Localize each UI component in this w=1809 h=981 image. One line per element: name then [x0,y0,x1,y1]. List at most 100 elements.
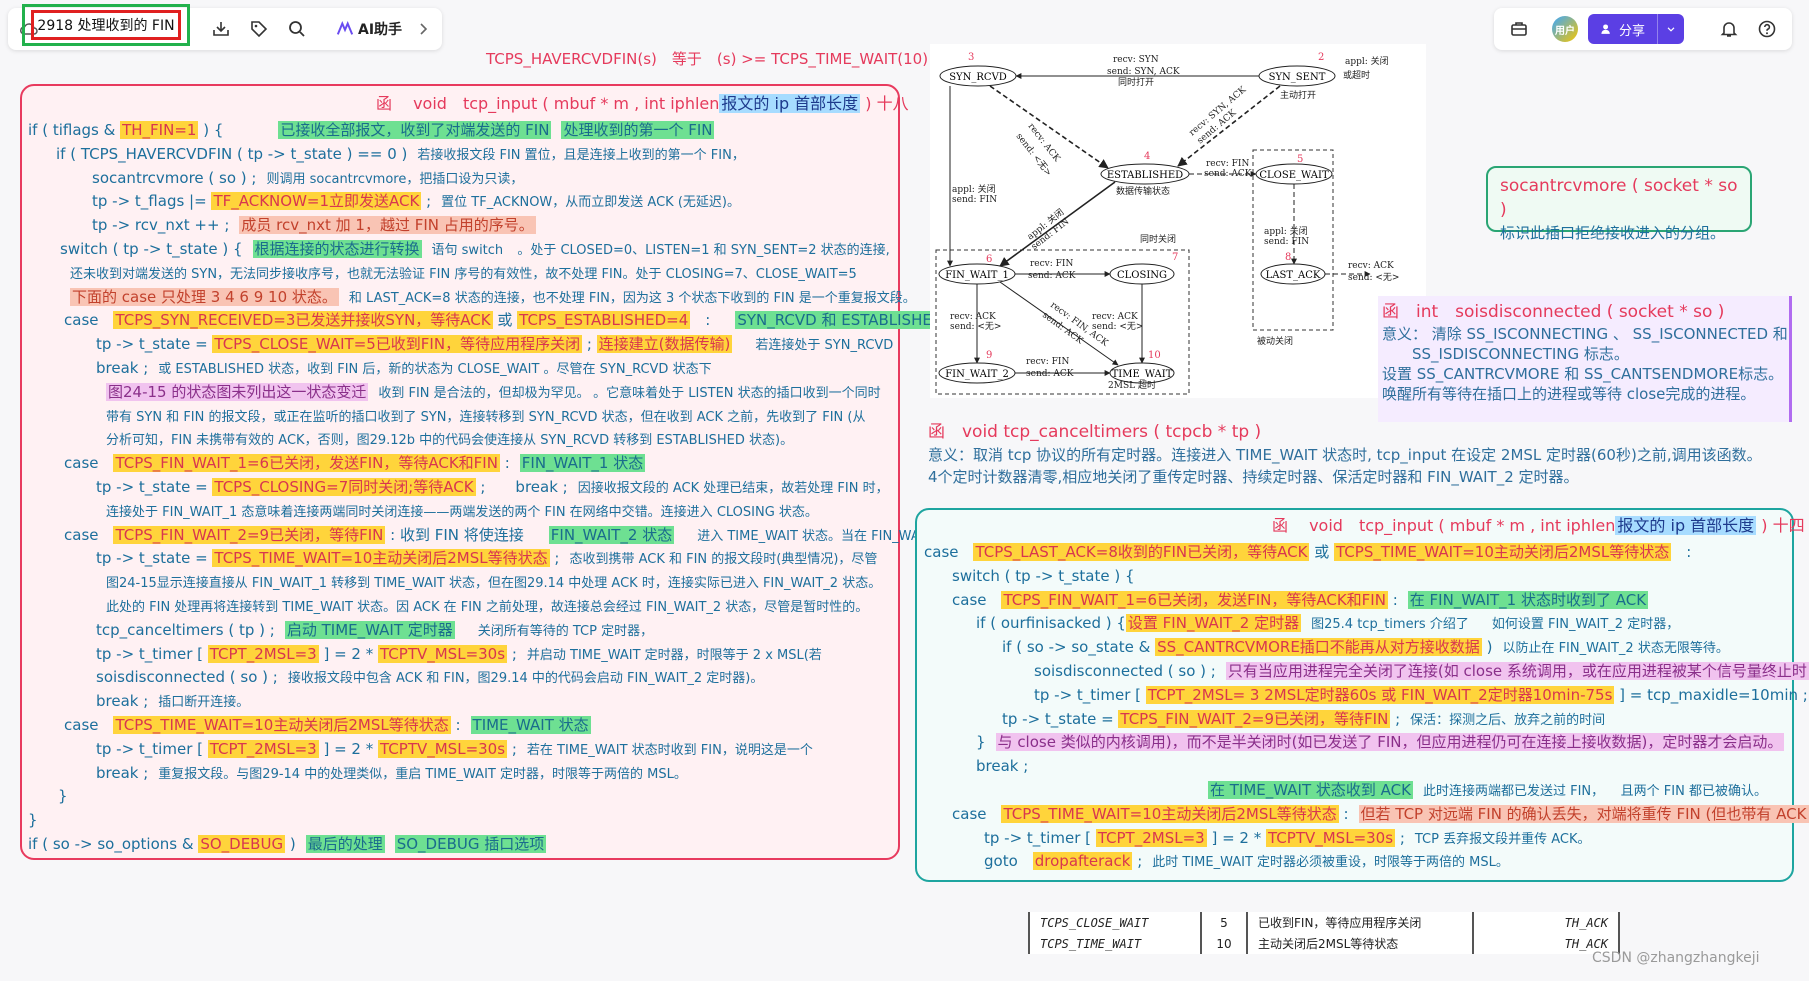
tcp-input-14-title: 函 void tcp_input ( mbuf * m , int iphlen… [1272,516,1805,535]
code-fragment: tp -> t_state = [96,478,213,496]
help-icon[interactable] [1750,12,1784,46]
code-fragment: ] = 2 * [318,739,379,758]
watermark: CSDN @zhangzhangkeji [1592,950,1760,966]
code-fragment: case [924,543,974,561]
code-fragment: : [499,454,510,473]
doc-title[interactable]: 2918 处理收到的 FIN [31,10,181,40]
svg-text:5: 5 [1297,154,1303,165]
code-fragment: goto [984,852,1033,871]
code-fragment: 此时 TIME_WAIT 定时器必须被重设，时限等于两倍的 MSL。 [1152,855,1509,871]
tcp-state-diagram: SYN_RCVD 3 SYN_SENT 2 ESTABLISHED 4 CLOSE_W… [930,44,1426,398]
code-fragment: 连接建立(数据传输) [596,335,733,354]
code-fragment: 置位 TF_ACKNOW，从而立即发送 ACK (无延迟)。 [441,195,740,211]
code-fragment: TCPT_2MSL=3 [207,644,319,663]
code-fragment: TF_ACKNOW=1立即发送ACK [211,192,422,211]
svg-text:TIME_WAIT: TIME_WAIT [1112,369,1173,380]
code-fragment: 此时连接两端都已发送过 FIN， [1422,784,1598,799]
code-fragment: 图24-15 的状态图未列出这一状态变迁 [106,382,369,401]
code-fragment: tp -> t_state = [96,335,213,354]
bell-icon[interactable] [1712,12,1746,46]
svg-text:主动打开: 主动打开 [1280,89,1316,101]
code-fragment: FIN_WAIT_2 状态 [548,525,675,544]
code-line: tp -> t_state = TCPS_TIME_WAIT=10主动关闭后2M… [96,548,877,570]
share-button[interactable]: 分享 [1588,14,1685,44]
chevron-right-icon[interactable] [406,12,440,46]
code-fragment: ; [507,739,517,758]
code-fragment: : [1338,804,1349,823]
code-fragment: 语句 switch [431,243,508,258]
svg-text:4: 4 [1144,151,1150,162]
avatar[interactable]: 用户 [1552,16,1578,42]
table-row: TCPS_CLOSE_WAIT 5 已收到FIN，等待应用程序关闭 TH_ACK [1028,912,1620,933]
svg-text:或超时: 或超时 [1343,69,1370,81]
svg-text:send: ACK: send: ACK [1028,271,1076,281]
socantrcvmore-note: socantrcvmore ( socket * so ) 标识此插口拒绝接收进… [1486,166,1752,242]
code-fragment: 已接收全部报文，收到了对端发送的 FIN [278,121,552,139]
code-fragment: switch ( tp -> t_state ) { [60,240,243,258]
code-fragment: 保活：探测之后、放弃之前的时间 [1410,712,1606,728]
code-fragment: 则调用 socantrcvmore，把插口设为只读， [266,171,524,187]
svg-text:send: FIN: send: FIN [1264,237,1309,247]
code-fragment: tp -> t_state = [1002,709,1119,728]
svg-text:appl: 关闭: appl: 关闭 [1345,55,1389,67]
code-line: 下面的 case 只处理 3 4 6 9 10 状态。和 LAST_ACK=8 … [60,287,916,309]
code-fragment: case [64,454,114,473]
code-fragment: 和 LAST_ACK=8 状态的连接，也不处理 FIN，因为这 3 个状态下收到… [348,290,916,306]
code-fragment: TH_FIN=1 [120,121,199,139]
code-fragment: if ( TCPS_HAVERCVDFIN ( tp -> t_state ) … [56,144,408,163]
code-line: if ( ourfinisacked ) {设置 FIN_WAIT_2 定时器图… [976,613,1679,635]
code-fragment: ) [285,835,296,853]
code-fragment: if ( so -> so_state & [1002,638,1156,657]
svg-text:CLOSE_WAIT: CLOSE_WAIT [1259,170,1329,181]
code-fragment: tp -> t_timer [ [96,644,208,663]
code-fragment: ; [507,644,517,663]
code-fragment: 只有当应用进程完全关闭了连接(如 close 系统调用，或在应用进程被某个信号量… [1225,662,1809,680]
code-fragment: ; [1395,828,1405,847]
ai-assistant-button[interactable]: AI助手 [326,14,412,44]
code-line: tp -> t_flags |= TF_ACKNOW=1立即发送ACK ; 置位 … [92,191,740,213]
code-fragment: SS_CANTRCVMORE插口不能再从对方接收数据 [1155,638,1482,657]
svg-text:recv: SYN: recv: SYN [1113,55,1159,65]
code-fragment: TCPS_SYN_RECEIVED=3已发送并接收SYN，等待ACK [113,311,493,330]
code-fragment: 还未收到对端发送的 SYN，无法同步接收序号，也就无法验证 FIN 序号的有效性… [70,266,857,282]
tag-icon[interactable] [242,12,276,46]
code-fragment: 态收到携带 ACK 和 FIN 的报文段时(典型情况)，尽管 [569,552,878,568]
code-fragment: 连接处于 FIN_WAIT_1 态意味着连接两端同时关闭连接——两端发送的两个 … [106,504,818,520]
svg-text:send: SYN, ACK: send: SYN, ACK [1107,67,1180,77]
code-line: } 与 close 类似的内核调用)，而不是半关闭时(如已发送了 FIN，但应用进… [976,732,1785,752]
code-line: if ( so -> so_options & SO_DEBUG ) 最后的处理 S… [28,834,547,854]
code-fragment: 此处的 FIN 处理再将连接转到 TIME_WAIT 状态。因 ACK 在 FI… [106,600,869,615]
svg-text:send: ACK: send: ACK [1026,369,1074,379]
code-fragment: 因接收报文段的 ACK 处理已结束，故若处理 FIN 时， [577,481,889,496]
doc-title-highlight: 2918 处理收到的 FIN [22,4,190,46]
svg-text:同时打开: 同时打开 [1118,76,1154,88]
code-line: 图24-15显示连接直接从 FIN_WAIT_1 转移到 TIME_WAIT 状… [96,572,881,594]
code-fragment: 。它意味着处于 LISTEN 状态的插口收到一个同时 [593,385,881,401]
code-fragment: 进入 TIME_WAIT 状态。当在 FIN_WAIT_1 [684,528,947,544]
code-line: tp -> t_timer [ TCPT_2MSL=3 ] = 2 * TCPT… [96,644,822,666]
haverCVDfin-definition: TCPS_HAVERCVDFIN(s) 等于 (s) >= TCPS_TIME_… [486,50,929,68]
svg-text:同时关闭: 同时关闭 [1140,233,1176,245]
briefcase-icon[interactable] [1502,12,1536,46]
code-line: 还未收到对端发送的 SYN，无法同步接收序号，也就无法验证 FIN 序号的有效性… [60,263,857,285]
chevron-down-icon[interactable] [1658,14,1684,44]
soisdisconnected-line-4: 唤醒所有等待在插口上的进程或等待 close完成的进程。 [1382,385,1756,403]
search-icon[interactable] [280,12,314,46]
code-fragment: case [64,716,114,734]
svg-text:ESTABLISHED: ESTABLISHED [1107,170,1183,181]
svg-text:SYN_SENT: SYN_SENT [1269,72,1326,83]
code-fragment: tp -> t_timer [ [1034,685,1146,704]
code-line: soisdisconnected ( so ) ; 只有当应用进程完全关闭了连接(… [1034,661,1809,681]
svg-text:6: 6 [986,254,992,265]
code-fragment: TCPTV_MSL=30s [378,739,508,758]
code-line: tp -> t_timer [ TCPT_2MSL= 3 2MSL定时器60s … [1034,685,1808,705]
svg-text:recv: FIN: recv: FIN [1206,159,1249,169]
canceltimers-note: 函 void tcp_canceltimers ( tcpcb * tp ) 意… [928,420,1790,488]
code-fragment: 接收报文段中包含 ACK 和 FIN，图29.14 中的代码会启动 FIN_WA… [287,671,764,687]
soisdisconnected-title: 函 int soisdisconnected ( socket * so ) [1382,302,1725,322]
download-icon[interactable] [204,12,238,46]
code-fragment: FIN_WAIT_1 状态 [519,454,646,473]
code-line: if ( tiflags & TH_FIN=1 ) { 已接收全部报文，收到了对… [28,120,715,140]
code-fragment: TCPS_TIME_WAIT=10主动关闭后2MSL等待状态 [1001,804,1339,823]
code-fragment: TCPT_2MSL=3 [207,739,319,758]
